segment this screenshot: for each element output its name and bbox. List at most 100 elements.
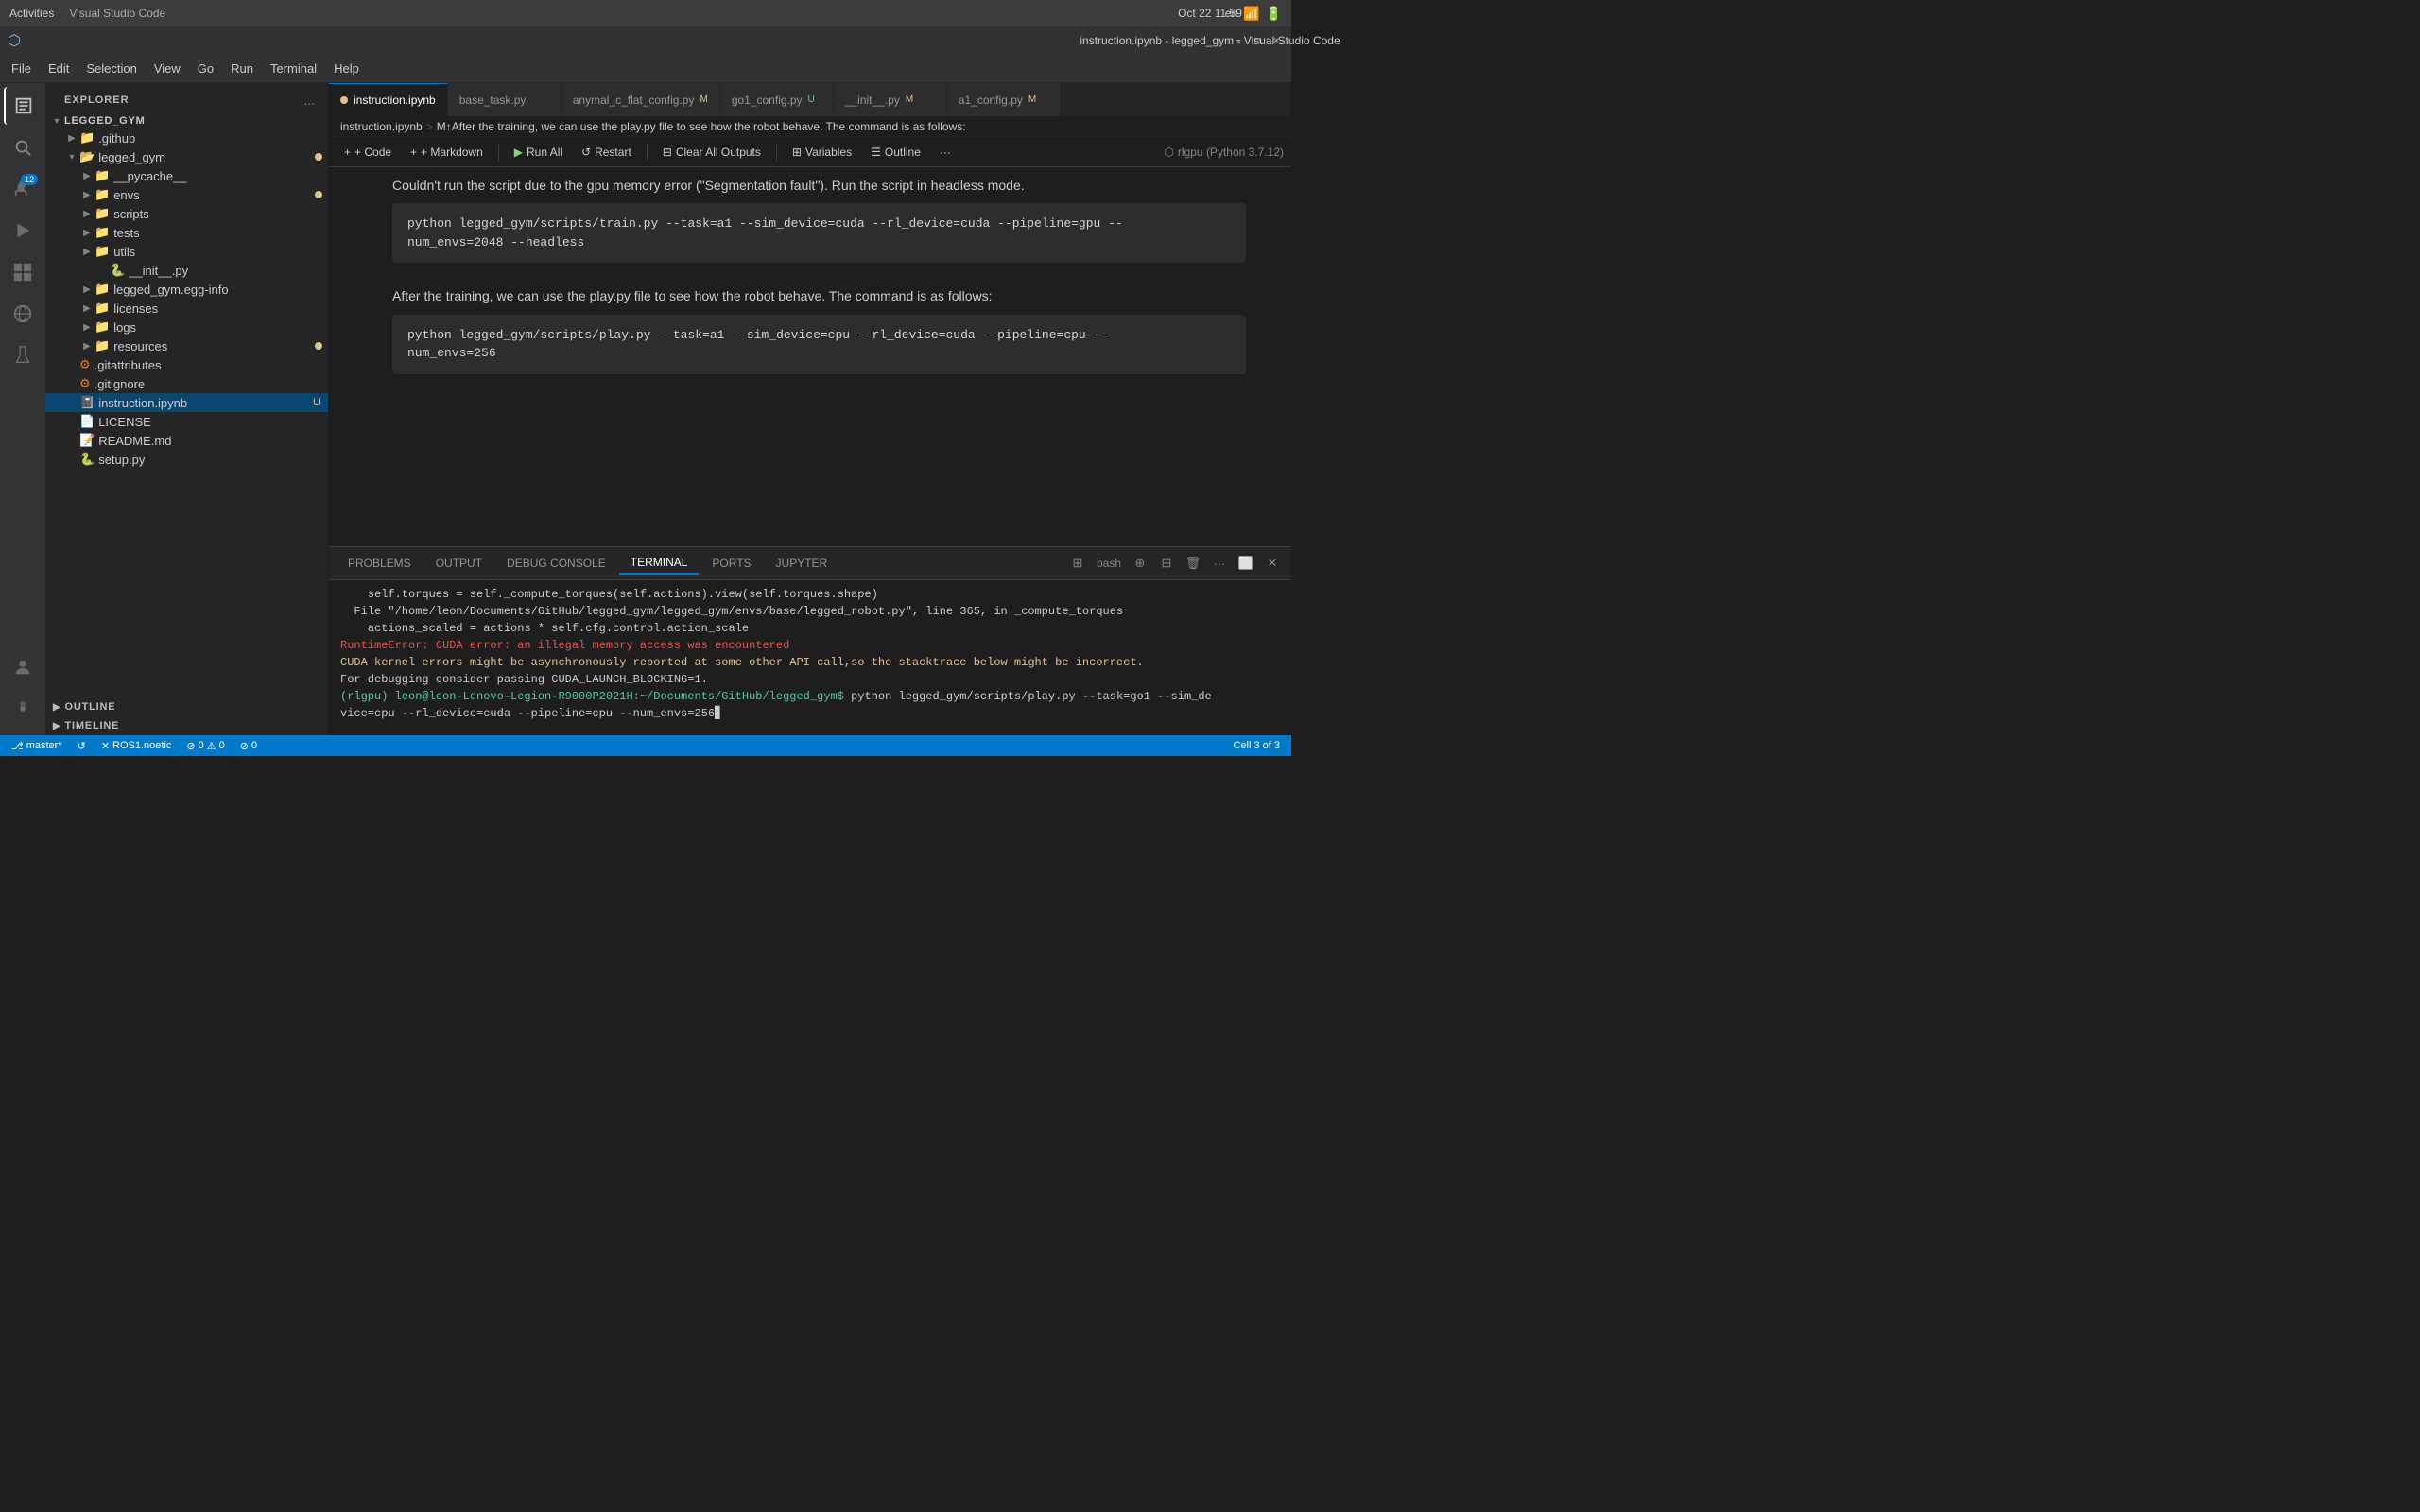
activity-extensions[interactable] xyxy=(4,253,42,291)
terminal-split-button[interactable]: ⊟ xyxy=(1155,552,1178,575)
cell-split-button[interactable]: ⊟ xyxy=(1204,175,1227,198)
activities-label[interactable]: Activities xyxy=(9,7,54,20)
warning-count: 0 xyxy=(219,740,225,751)
breadcrumb-file[interactable]: instruction.ipynb xyxy=(340,120,423,133)
run-all-button[interactable]: ▶ Run All xyxy=(507,143,570,162)
tree-item-setup-py[interactable]: 🐍 setup.py xyxy=(45,450,328,469)
outline-section[interactable]: ▶ OUTLINE xyxy=(45,697,328,716)
tab-a1-config[interactable]: a1_config.py M xyxy=(947,83,1061,116)
terminal-content[interactable]: self.torques = self._compute_torques(sel… xyxy=(329,580,1291,735)
activity-explorer[interactable] xyxy=(4,87,42,125)
activity-run-debug[interactable] xyxy=(4,212,42,249)
menu-run[interactable]: Run xyxy=(223,58,261,79)
menu-view[interactable]: View xyxy=(147,58,188,79)
tree-item-pycache[interactable]: ▶ 📁 __pycache__ xyxy=(45,166,328,185)
outline-icon: ☰ xyxy=(871,146,881,159)
network-icon: 📶 xyxy=(1243,6,1259,22)
activity-accounts[interactable] xyxy=(4,648,42,686)
activity-testing[interactable] xyxy=(4,336,42,374)
status-git-branch[interactable]: ⎇ master* xyxy=(8,740,66,752)
activity-settings[interactable] xyxy=(4,690,42,728)
breadcrumb-section[interactable]: M↑After the training, we can use the pla… xyxy=(437,120,966,133)
tree-item-egg-info[interactable]: ▶ 📁 legged_gym.egg-info xyxy=(45,280,328,299)
tab-go1-config[interactable]: go1_config.py U xyxy=(720,83,834,116)
cell-delete-button[interactable]: 🗑 xyxy=(1257,175,1280,198)
add-code-button[interactable]: + + Code xyxy=(337,143,399,162)
tree-item-licenses[interactable]: ▶ 📁 licenses xyxy=(45,299,328,318)
status-cell-info[interactable]: Cell 3 of 3 xyxy=(1229,740,1284,751)
tree-label: .gitattributes xyxy=(95,358,328,372)
terminal-tab-jupyter[interactable]: JUPYTER xyxy=(765,553,839,574)
tree-item-logs[interactable]: ▶ 📁 logs xyxy=(45,318,328,336)
tree-item-gitignore[interactable]: ⚙ .gitignore xyxy=(45,374,328,393)
terminal-new-button[interactable]: ⊕ xyxy=(1129,552,1151,575)
tree-item-init-py[interactable]: 🐍 __init__.py xyxy=(45,261,328,280)
timeline-section[interactable]: ▶ TIMELINE xyxy=(45,716,328,735)
terminal-tab-debug-console[interactable]: DEBUG CONSOLE xyxy=(495,553,617,574)
terminal-more-button[interactable]: ··· xyxy=(1208,552,1231,575)
sidebar-more-button[interactable]: ... xyxy=(302,91,317,110)
menu-selection[interactable]: Selection xyxy=(78,58,144,79)
menu-edit[interactable]: Edit xyxy=(41,58,77,79)
terminal-tab-terminal[interactable]: TERMINAL xyxy=(619,552,700,575)
cell-2-split-button[interactable]: ⊟ xyxy=(1204,285,1227,308)
activity-search[interactable] xyxy=(4,129,42,166)
outline-button[interactable]: ☰ Outline xyxy=(863,143,928,162)
tree-item-legged-gym-folder[interactable]: ▾ 📂 legged_gym xyxy=(45,147,328,166)
status-sync[interactable]: ↺ xyxy=(74,740,90,752)
tab-m2-indicator: M xyxy=(1028,94,1036,105)
activity-remote[interactable] xyxy=(4,295,42,333)
app-label: Visual Studio Code xyxy=(69,7,165,20)
tree-item-license[interactable]: 📄 LICENSE xyxy=(45,412,328,431)
tab-base-task[interactable]: base_task.py xyxy=(448,83,562,116)
terminal-tab-ports[interactable]: PORTS xyxy=(700,553,762,574)
cell-2-delete-button[interactable]: 🗑 xyxy=(1257,285,1280,308)
status-errors[interactable]: ⊘ 0 ⚠ 0 xyxy=(182,740,228,752)
tree-item-utils[interactable]: ▶ 📁 utils xyxy=(45,242,328,261)
tree-item-tests[interactable]: ▶ 📁 tests xyxy=(45,223,328,242)
cell-info-label: Cell 3 of 3 xyxy=(1233,740,1280,751)
terminal-kill-button[interactable]: 🗑 xyxy=(1182,552,1204,575)
tree-item-github[interactable]: ▶ 📁 .github xyxy=(45,129,328,147)
tree-item-readme[interactable]: 📝 README.md xyxy=(45,431,328,450)
tree-item-instruction-ipynb[interactable]: 📓 instruction.ipynb U xyxy=(45,393,328,412)
kernel-label[interactable]: rlgpu (Python 3.7.12) xyxy=(1178,146,1284,159)
folder-collapsed-icon: ▶ xyxy=(79,247,95,257)
terminal-tab-problems[interactable]: PROBLEMS xyxy=(337,553,423,574)
tree-item-envs[interactable]: ▶ 📁 envs xyxy=(45,185,328,204)
status-remote-errors[interactable]: ⊘ 0 xyxy=(236,740,261,752)
cell-2-edit-button[interactable]: ✏ xyxy=(1178,285,1201,308)
terminal-line-6: For debugging consider passing CUDA_LAUN… xyxy=(340,671,1280,688)
tree-label: legged_gym.egg-info xyxy=(113,283,328,297)
cell-edit-button[interactable]: ✏ xyxy=(1178,175,1201,198)
restart-button[interactable]: ↺ Restart xyxy=(574,143,639,162)
terminal-close-button[interactable]: ✕ xyxy=(1261,552,1284,575)
tree-root-legged-gym[interactable]: ▾ LEGGED_GYM xyxy=(45,113,328,129)
cell-2-more-button[interactable]: ··· xyxy=(1231,285,1253,308)
terminal-maximize-button[interactable]: ⬜ xyxy=(1235,552,1257,575)
tree-label: instruction.ipynb xyxy=(98,396,313,410)
cell-more-button[interactable]: ··· xyxy=(1231,175,1253,198)
toolbar-more-button[interactable]: ··· xyxy=(932,143,959,162)
variables-button[interactable]: ⊞ Variables xyxy=(785,143,859,162)
outline-arrow: ▶ xyxy=(53,702,61,713)
terminal-tab-output[interactable]: OUTPUT xyxy=(424,553,493,574)
tab-instruction-ipynb[interactable]: instruction.ipynb xyxy=(329,83,448,116)
terminal-layout-icon[interactable]: ⊞ xyxy=(1066,552,1089,575)
tree-item-scripts[interactable]: ▶ 📁 scripts xyxy=(45,204,328,223)
activity-source-control[interactable]: 12 xyxy=(4,170,42,208)
yellow-dot xyxy=(315,191,322,198)
menu-terminal[interactable]: Terminal xyxy=(263,58,324,79)
clear-outputs-button[interactable]: ⊟ Clear All Outputs xyxy=(655,143,769,162)
menu-go[interactable]: Go xyxy=(190,58,221,79)
tree-item-resources[interactable]: ▶ 📁 resources xyxy=(45,336,328,355)
tree-item-gitattributes[interactable]: ⚙ .gitattributes xyxy=(45,355,328,374)
folder-collapsed-icon: ▶ xyxy=(79,322,95,333)
menu-help[interactable]: Help xyxy=(326,58,367,79)
tab-anymal-config[interactable]: anymal_c_flat_config.py M xyxy=(562,83,720,116)
add-markdown-button[interactable]: + + Markdown xyxy=(403,143,491,162)
tab-init-py[interactable]: __init__.py M xyxy=(834,83,947,116)
status-ros[interactable]: ✕ ROS1.noetic xyxy=(97,740,176,752)
menu-file[interactable]: File xyxy=(4,58,39,79)
title-bar: ⬡ instruction.ipynb - legged_gym - Visua… xyxy=(0,26,1291,55)
